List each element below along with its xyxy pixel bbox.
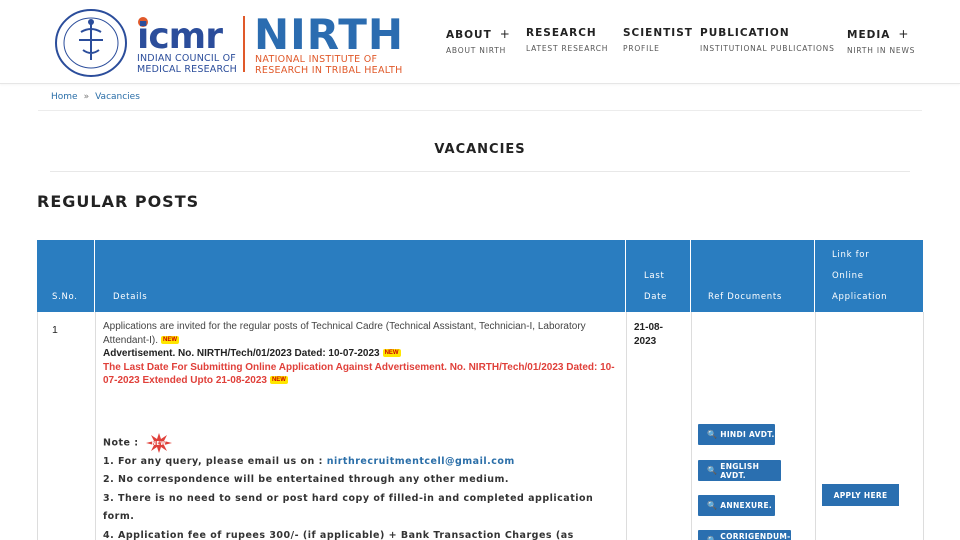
nav-about-expand-icon[interactable]: +: [500, 27, 511, 41]
search-icon: 🔍: [707, 536, 717, 540]
nav-about[interactable]: ABOUT + ABOUT NIRTH: [446, 27, 511, 55]
breadcrumb-home-link[interactable]: Home: [51, 92, 78, 102]
note-item-2: 2. No correspondence will be entertained…: [103, 474, 509, 485]
icmr-full-name: INDIAN COUNCIL OF MEDICAL RESEARCH: [137, 53, 237, 75]
cell-details: Applications are invited for the regular…: [96, 312, 627, 540]
vacancies-table: S.No. Details Last Date Ref Documents Li…: [37, 240, 924, 540]
row-last-date-value: 21-08-2023: [634, 322, 663, 347]
breadcrumb-separator: »: [83, 92, 90, 102]
note-item-1: 1. For any query, please email us on : n…: [103, 453, 618, 472]
nav-about-label[interactable]: ABOUT: [446, 29, 492, 41]
apply-here-button[interactable]: APPLY HERE: [822, 484, 899, 506]
icmr-wordmark[interactable]: icmr: [135, 13, 233, 53]
nirth-full-name: NATIONAL INSTITUTE OF RESEARCH IN TRIBAL…: [255, 54, 403, 76]
row-intro: Applications are invited for the regular…: [103, 320, 618, 347]
table-row: 1 Applications are invited for the regul…: [37, 312, 924, 540]
col-header-online-link: Link for Online Application: [815, 240, 923, 312]
nav-media[interactable]: MEDIA + NIRTH IN NEWS: [847, 27, 915, 55]
site-header: icmr INDIAN COUNCIL OF MEDICAL RESEARCH …: [0, 0, 960, 84]
nirth-name-line-2: RESEARCH IN TRIBAL HEALTH: [255, 65, 403, 76]
annexure-button[interactable]: 🔍 ANNEXURE.: [698, 495, 775, 516]
col-header-details: Details: [95, 240, 626, 312]
logo-divider: [243, 16, 245, 72]
new-badge-icon: NEW: [269, 376, 288, 385]
page-title: VACANCIES: [434, 142, 526, 157]
row-advertisement: Advertisement. No. NIRTH/Tech/01/2023 Da…: [103, 347, 618, 361]
col-header-details-label: Details: [113, 292, 148, 302]
annexure-label: ANNEXURE.: [720, 501, 773, 510]
title-divider: [50, 171, 910, 172]
col-header-last-date-line-2: Date: [644, 292, 668, 302]
corrigendum-label: CORRIGENDUM-I: [720, 531, 791, 540]
nav-media-subtitle[interactable]: NIRTH IN NEWS: [847, 46, 915, 55]
nav-scientist-label[interactable]: SCIENTIST: [623, 27, 693, 39]
corrigendum-button[interactable]: 🔍CORRIGENDUM-I: [698, 530, 791, 540]
nav-publication[interactable]: PUBLICATION INSTITUTIONAL PUBLICATIONS: [700, 27, 835, 53]
note-label: Note :: [103, 437, 139, 448]
nav-about-subtitle[interactable]: ABOUT NIRTH: [446, 46, 511, 55]
nav-research-label[interactable]: RESEARCH: [526, 27, 608, 39]
table-header: S.No. Details Last Date Ref Documents Li…: [37, 240, 923, 312]
row-sno-value: 1: [52, 324, 58, 336]
col-header-last-date: Last Date: [626, 240, 691, 312]
cell-last-date: 21-08-2023: [627, 312, 692, 540]
icmr-name-line-2: MEDICAL RESEARCH: [137, 64, 237, 75]
col-header-sno-label: S.No.: [52, 292, 78, 302]
new-burst-icon: NEW: [146, 432, 173, 453]
col-header-last-date-line-1: Last: [644, 271, 665, 281]
nav-media-expand-icon[interactable]: +: [898, 27, 909, 41]
hindi-advt-button[interactable]: 🔍 HINDI AVDT.: [698, 424, 775, 445]
cell-sno: 1: [38, 312, 96, 540]
recruitment-email-link[interactable]: nirthrecruitmentcell@gmail.com: [327, 456, 515, 467]
search-icon: 🔍: [707, 430, 718, 439]
new-badge-icon: NEW: [382, 349, 401, 358]
breadcrumb-divider: [38, 110, 922, 111]
nav-media-label[interactable]: MEDIA: [847, 29, 890, 41]
new-badge-icon: NEW: [161, 335, 180, 344]
note-1-text: 1. For any query, please email us on :: [103, 455, 327, 467]
section-title: REGULAR POSTS: [37, 192, 200, 211]
nirth-name-line-1: NATIONAL INSTITUTE OF: [255, 54, 378, 65]
nav-publication-subtitle[interactable]: INSTITUTIONAL PUBLICATIONS: [700, 44, 835, 53]
note-item-3: 3. There is no need to send or post hard…: [103, 492, 594, 523]
row-advertisement-text: Advertisement. No. NIRTH/Tech/01/2023 Da…: [103, 348, 380, 359]
note-heading: Note : NEW: [103, 432, 618, 453]
english-advt-label: ENGLISH AVDT.: [720, 461, 760, 480]
search-icon: 🔍: [707, 466, 718, 475]
burst-label: NEW: [152, 441, 167, 447]
row-last-date-notice: The Last Date For Submitting Online Appl…: [103, 361, 618, 388]
nav-publication-label[interactable]: PUBLICATION: [700, 27, 835, 39]
nav-research[interactable]: RESEARCH LATEST RESEARCH: [526, 27, 608, 53]
col-header-online-link-line-3: Application: [832, 292, 888, 302]
note-item-4: 4. Application fee of rupees 300/- (if a…: [103, 529, 574, 540]
nirth-wordmark[interactable]: NIRTH: [254, 10, 404, 59]
col-header-online-link-line-1: Link for: [832, 250, 870, 260]
nav-scientist-subtitle[interactable]: PROFILE: [623, 44, 693, 53]
icmr-word-text: icmr: [137, 16, 223, 53]
search-icon: 🔍: [707, 501, 718, 510]
nav-scientist[interactable]: SCIENTIST PROFILE: [623, 27, 693, 53]
col-header-ref-docs: Ref Documents: [691, 240, 815, 312]
icmr-emblem-logo[interactable]: [54, 8, 128, 78]
english-advt-button[interactable]: 🔍 ENGLISH AVDT.: [698, 460, 781, 481]
col-header-ref-docs-label: Ref Documents: [708, 292, 783, 302]
col-header-sno: S.No.: [37, 240, 95, 312]
breadcrumb-current[interactable]: Vacancies: [95, 92, 140, 102]
col-header-online-link-line-2: Online: [832, 271, 864, 281]
icmr-name-line-1: INDIAN COUNCIL OF: [137, 53, 236, 64]
breadcrumb: Home » Vacancies: [51, 92, 140, 102]
nav-research-subtitle[interactable]: LATEST RESEARCH: [526, 44, 608, 53]
row-last-date-notice-text: The Last Date For Submitting Online Appl…: [103, 361, 615, 387]
hindi-advt-label: HINDI AVDT.: [720, 430, 775, 439]
